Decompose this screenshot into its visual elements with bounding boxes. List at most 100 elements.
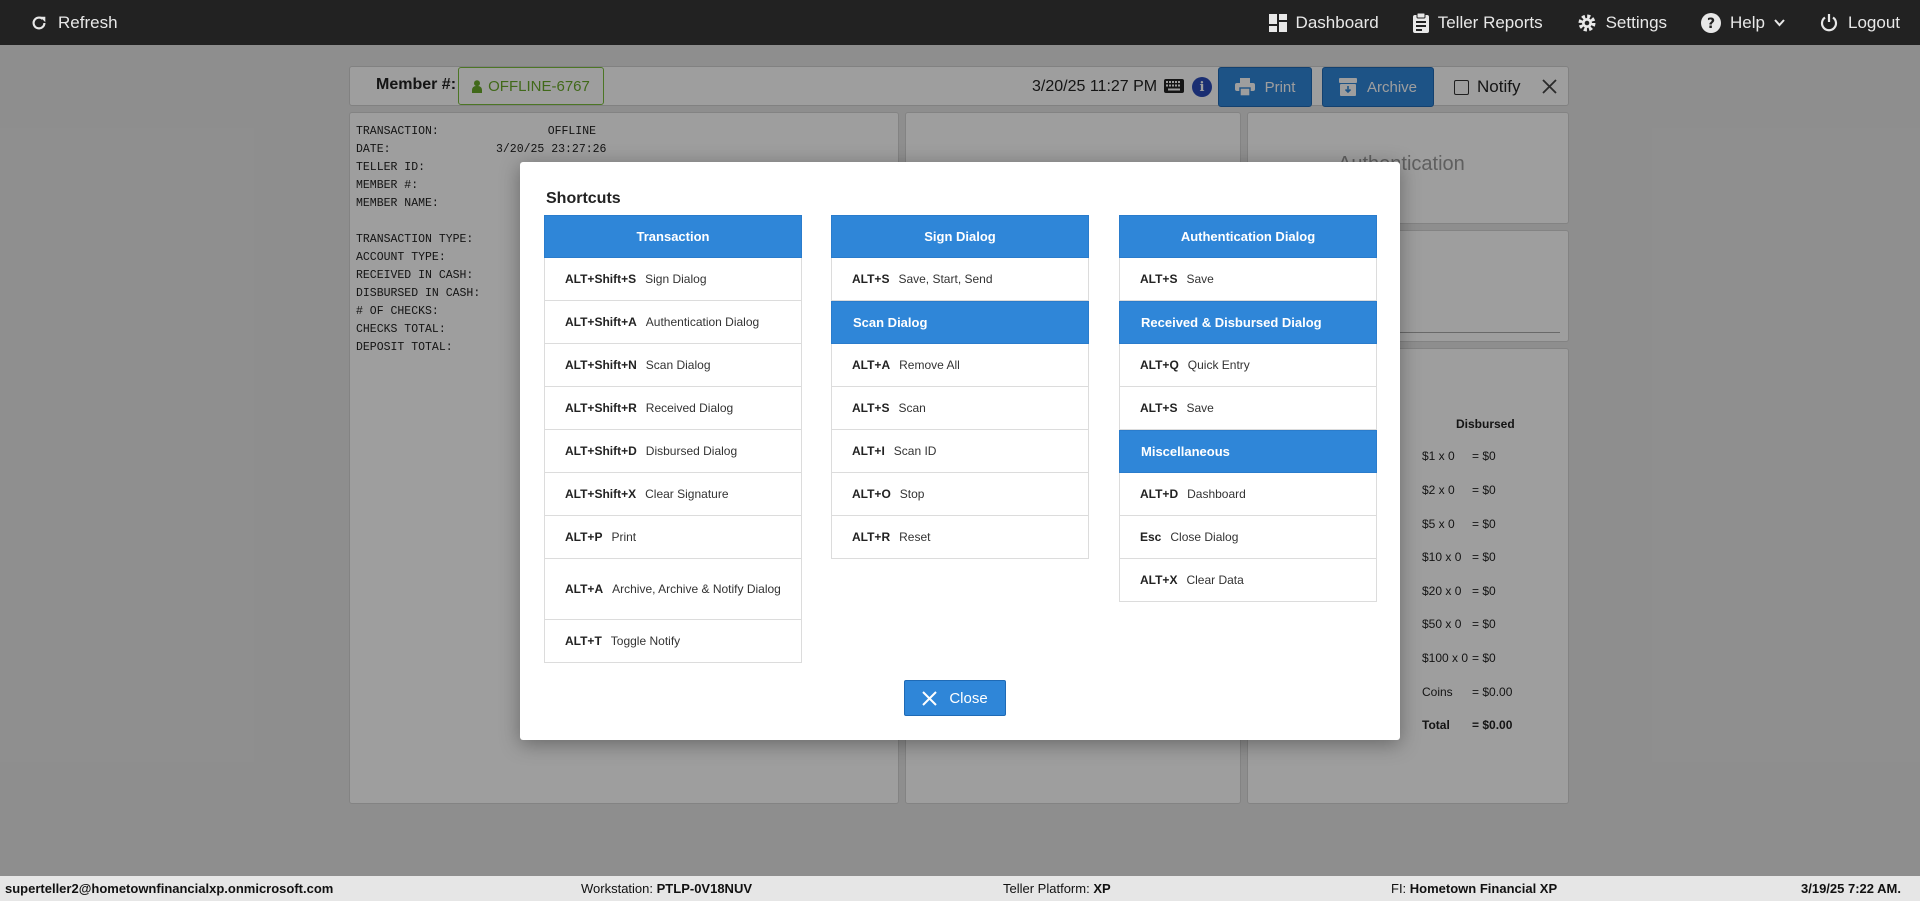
fi-label: FI: (1391, 881, 1407, 896)
dialog-title: Shortcuts (546, 190, 621, 207)
nav-help-label: Help (1730, 12, 1765, 32)
shortcut-key: ALT+Shift+X (565, 487, 637, 501)
platform-label: Teller Platform: (1003, 881, 1090, 896)
shortcut-key: ALT+Shift+N (565, 358, 637, 372)
refresh-label: Refresh (58, 12, 118, 32)
refresh-icon (30, 14, 48, 32)
workstation-label: Workstation: (581, 881, 654, 896)
shortcut-item: ALT+D Dashboard (1119, 473, 1377, 516)
nav-help[interactable]: ? Help (1701, 12, 1785, 33)
shortcut-item: ALT+Shift+N Scan Dialog (544, 344, 802, 387)
main-nav: Dashboard Teller Reports Settings ? Help (1268, 0, 1900, 45)
shortcut-key: ALT+R (852, 530, 891, 544)
shortcut-key: ALT+A (565, 582, 604, 596)
fi-value: Hometown Financial XP (1409, 881, 1558, 896)
shortcut-desc: Clear Signature (645, 487, 729, 501)
shortcut-item: ALT+Q Quick Entry (1119, 344, 1377, 387)
shortcut-key: ALT+Shift+S (565, 272, 637, 286)
shortcut-item: ALT+S Save, Start, Send (831, 258, 1089, 301)
shortcut-key: ALT+A (852, 358, 891, 372)
shortcut-desc: Save (1186, 272, 1214, 286)
shortcut-item: ALT+Shift+D Disbursed Dialog (544, 430, 802, 473)
shortcut-desc: Disbursed Dialog (645, 444, 738, 458)
nav-settings-label: Settings (1605, 12, 1668, 32)
nav-dashboard[interactable]: Dashboard (1268, 12, 1379, 33)
shortcuts-column-auth-misc: Authentication Dialog ALT+S Save Received… (1119, 215, 1377, 602)
shortcut-key: ALT+O (852, 487, 891, 501)
shortcut-desc: Close Dialog (1170, 530, 1239, 544)
footer-platform: Teller Platform: XP (1003, 881, 1111, 896)
shortcut-desc: Save, Start, Send (898, 272, 993, 286)
section-header-sign-dialog: Sign Dialog (831, 215, 1089, 258)
shortcut-key: ALT+S (1140, 272, 1178, 286)
nav-logout[interactable]: Logout (1819, 13, 1900, 33)
shortcut-item: ALT+P Print (544, 516, 802, 559)
shortcut-item: ALT+A Remove All (831, 344, 1089, 387)
shortcut-desc: Print (611, 530, 637, 544)
shortcut-item: ALT+S Save (1119, 258, 1377, 301)
status-footer: superteller2@hometownfinancialxp.onmicro… (0, 876, 1920, 901)
nav-settings[interactable]: Settings (1577, 13, 1667, 33)
footer-date: 3/19/25 7:22 AM. (1801, 881, 1901, 896)
shortcut-item: ALT+I Scan ID (831, 430, 1089, 473)
shortcut-desc: Remove All (899, 358, 960, 372)
nav-teller-reports-label: Teller Reports (1437, 12, 1543, 32)
shortcut-key: ALT+Shift+D (565, 444, 637, 458)
section-header-transaction: Transaction (544, 215, 802, 258)
shortcut-item: ALT+S Scan (831, 387, 1089, 430)
shortcut-item: ALT+R Reset (831, 516, 1089, 559)
nav-teller-reports[interactable]: Teller Reports (1412, 12, 1543, 33)
shortcut-item: Esc Close Dialog (1119, 516, 1377, 559)
platform-value: XP (1093, 881, 1111, 896)
shortcut-desc: Scan ID (893, 444, 937, 458)
close-button[interactable]: Close (904, 680, 1006, 716)
svg-text:?: ? (1707, 16, 1715, 32)
gear-icon (1577, 13, 1597, 33)
shortcut-key: Esc (1140, 530, 1162, 544)
workstation-value: PTLP-0V18NUV (656, 881, 753, 896)
clipboard-icon (1412, 12, 1429, 33)
shortcut-key: ALT+Shift+A (565, 315, 637, 329)
shortcut-desc: Stop (899, 487, 925, 501)
shortcut-item: ALT+Shift+S Sign Dialog (544, 258, 802, 301)
nav-dashboard-label: Dashboard (1295, 12, 1379, 32)
dashboard-icon (1268, 13, 1287, 32)
shortcut-item: ALT+A Archive, Archive & Notify Dialog (544, 559, 802, 620)
shortcut-item: ALT+S Save (1119, 387, 1377, 430)
shortcut-key: ALT+S (852, 401, 890, 415)
shortcut-key: ALT+T (565, 634, 602, 648)
shortcut-key: ALT+X (1140, 573, 1178, 587)
top-navbar: Refresh Dashboard Teller Reports Setting… (0, 0, 1920, 45)
shortcut-desc: Authentication Dialog (645, 315, 760, 329)
close-label: Close (949, 689, 988, 707)
shortcut-desc: Archive, Archive & Notify Dialog (612, 582, 781, 596)
shortcut-key: ALT+S (1140, 401, 1178, 415)
shortcut-desc: Clear Data (1186, 573, 1244, 587)
shortcut-item-text: ALT+A Archive, Archive & Notify Dialog (565, 580, 781, 598)
shortcuts-column-transaction: Transaction ALT+Shift+S Sign Dialog ALT+S… (544, 215, 802, 663)
chevron-down-icon (1774, 18, 1785, 27)
shortcut-key: ALT+Shift+R (565, 401, 637, 415)
close-icon (922, 690, 938, 706)
shortcut-desc: Scan Dialog (645, 358, 711, 372)
refresh-button[interactable]: Refresh (30, 0, 118, 45)
shortcut-desc: Sign Dialog (645, 272, 707, 286)
power-icon (1819, 13, 1839, 33)
shortcut-desc: Toggle Notify (610, 634, 681, 648)
section-header-received-disbursed-dialog: Received & Disbursed Dialog (1119, 301, 1377, 344)
section-header-miscellaneous: Miscellaneous (1119, 430, 1377, 473)
shortcut-key: ALT+I (852, 444, 885, 458)
shortcut-desc: Dashboard (1187, 487, 1246, 501)
shortcut-desc: Received Dialog (645, 401, 734, 415)
shortcut-desc: Scan (898, 401, 926, 415)
shortcuts-dialog: Shortcuts Transaction ALT+Shift+S Sign Di… (520, 162, 1400, 740)
help-icon: ? (1701, 12, 1722, 33)
shortcut-key: ALT+Q (1140, 358, 1179, 372)
shortcuts-column-sign-scan: Sign Dialog ALT+S Save, Start, Send Scan … (831, 215, 1089, 559)
nav-logout-label: Logout (1848, 12, 1900, 32)
footer-workstation: Workstation: PTLP-0V18NUV (581, 881, 752, 896)
shortcut-key: ALT+P (565, 530, 603, 544)
shortcut-item: ALT+O Stop (831, 473, 1089, 516)
shortcut-item: ALT+T Toggle Notify (544, 620, 802, 663)
shortcut-key: ALT+D (1140, 487, 1179, 501)
